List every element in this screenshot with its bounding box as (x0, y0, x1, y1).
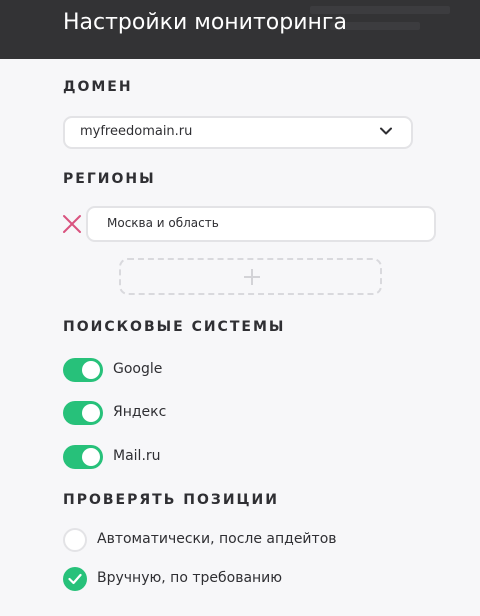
search-engines-section-title: ПОИСКОВЫЕ СИСТЕМЫ (63, 319, 286, 335)
domain-select-value: myfreedomain.ru (80, 124, 193, 139)
check-option-auto[interactable]: Автоматически, после апдейтов (63, 528, 383, 552)
checkmark-icon (68, 573, 82, 585)
mailru-toggle[interactable] (63, 445, 103, 469)
search-engine-label: Яндекс (113, 404, 167, 420)
radio-label: Автоматически, после апдейтов (97, 531, 337, 547)
region-field-value: Москва и область (107, 216, 219, 230)
plus-icon (244, 269, 260, 285)
toggle-knob (82, 404, 100, 422)
yandex-toggle[interactable] (63, 401, 103, 425)
remove-region-icon[interactable] (62, 214, 82, 234)
add-region-button[interactable] (119, 258, 382, 295)
chevron-down-icon (380, 127, 392, 135)
search-engine-row-mailru: Mail.ru (63, 445, 363, 469)
header-bar: Настройки мониторинга (0, 0, 480, 59)
regions-section-title: РЕГИОНЫ (63, 171, 156, 187)
page-title: Настройки мониторинга (63, 10, 347, 35)
domain-select[interactable]: myfreedomain.ru (63, 116, 413, 149)
check-positions-section-title: ПРОВЕРЯТЬ ПОЗИЦИИ (63, 492, 279, 508)
radio-auto[interactable] (63, 528, 87, 552)
domain-section-title: ДОМЕН (63, 79, 133, 95)
radio-label: Вручную, по требованию (97, 570, 283, 586)
search-engine-row-google: Google (63, 358, 363, 382)
google-toggle[interactable] (63, 358, 103, 382)
check-option-manual[interactable]: Вручную, по требованию (63, 567, 383, 591)
radio-manual[interactable] (63, 567, 87, 591)
search-engine-label: Google (113, 361, 163, 377)
search-engine-row-yandex: Яндекс (63, 401, 363, 425)
search-engine-label: Mail.ru (113, 448, 161, 464)
toggle-knob (82, 361, 100, 379)
region-field[interactable]: Москва и область (86, 206, 436, 242)
toggle-knob (82, 448, 100, 466)
